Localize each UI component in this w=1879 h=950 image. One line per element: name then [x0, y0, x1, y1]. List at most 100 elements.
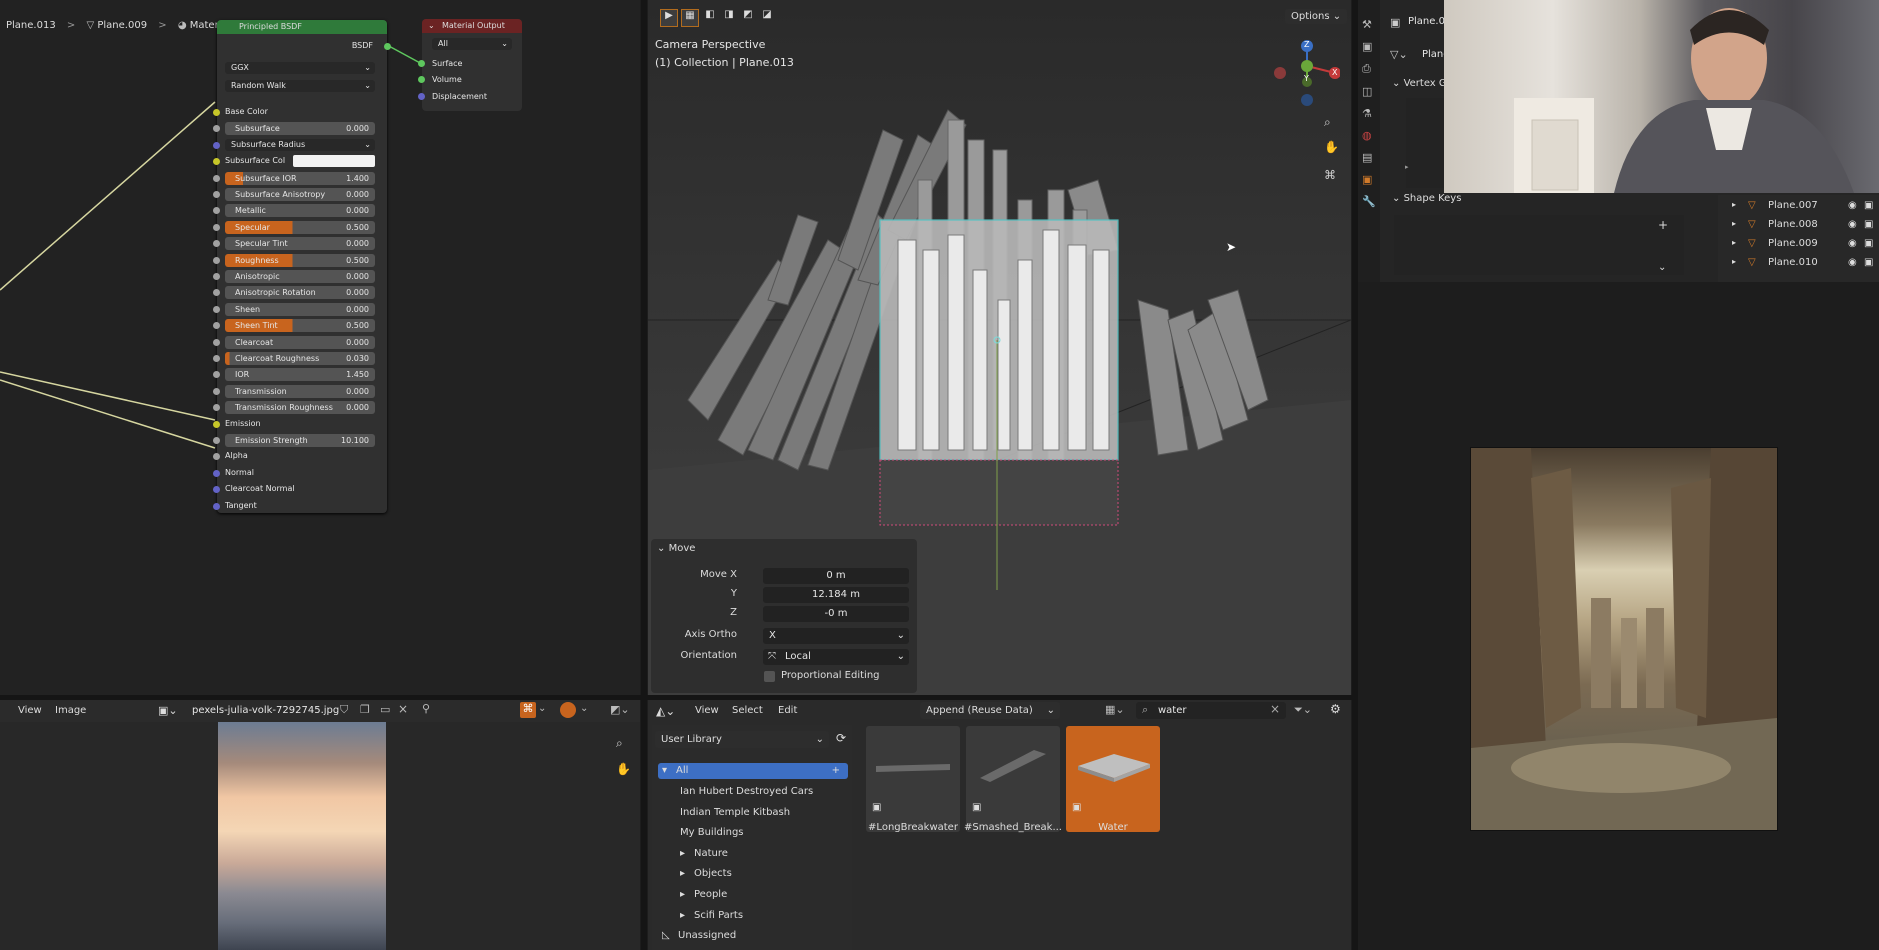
scene-tab-icon[interactable]: ⚗ — [1362, 107, 1376, 120]
pan-hand-icon[interactable]: ✋ — [616, 762, 631, 776]
input-socket[interactable] — [213, 502, 220, 510]
input-subsurface[interactable]: Subsurface 0.000 — [225, 122, 375, 136]
catalog-item[interactable]: ▸ Objects — [658, 866, 848, 882]
expand-triangle-icon[interactable]: ▸ — [1732, 257, 1736, 266]
input-subsurface-ior[interactable]: Subsurface IOR 1.400 — [225, 171, 375, 185]
expand-triangle-icon[interactable]: ▸ — [1732, 200, 1736, 209]
gear-icon[interactable]: ⚙ — [1330, 702, 1341, 716]
asset-view-menu[interactable]: View — [695, 705, 719, 716]
input-socket[interactable] — [213, 174, 220, 182]
input-clearcoat[interactable]: Clearcoat 0.000 — [225, 335, 375, 349]
chevron-down-icon[interactable]: ⌄ — [538, 703, 546, 714]
shape-keys-panel-header[interactable]: ⌄ Shape Keys — [1392, 193, 1461, 204]
invert-select-icon[interactable]: ◩ — [740, 9, 756, 25]
expand-triangle-icon[interactable]: ▸ — [680, 887, 685, 903]
input-anisotropic-rotation[interactable]: Anisotropic Rotation 0.000 — [225, 286, 375, 300]
visibility-eye-icon[interactable]: ◉ — [1848, 238, 1857, 249]
catalog-item[interactable]: ▸ People — [658, 887, 848, 903]
input-socket[interactable] — [213, 207, 220, 215]
add-icon[interactable]: + — [1658, 218, 1668, 232]
extend-select-icon[interactable]: ◧ — [702, 9, 718, 25]
breadcrumb-mesh[interactable]: Plane.009 — [97, 20, 147, 31]
subtract-select-icon[interactable]: ◨ — [721, 9, 737, 25]
mesh-data-icon[interactable]: ▽⌄ — [1390, 48, 1408, 61]
chevron-down-icon[interactable]: ⌄ — [580, 703, 588, 714]
input-roughness[interactable]: Roughness 0.500 — [225, 253, 375, 267]
outliner-item[interactable]: ▸ ▽ Plane.008 ◉ ▣ — [1730, 219, 1879, 236]
input-transmission[interactable]: Transmission 0.000 — [225, 384, 375, 398]
input-socket[interactable] — [213, 453, 220, 461]
catalog-item[interactable]: ▸ Scifi Parts — [658, 908, 848, 924]
expand-triangle-icon[interactable]: ▸ — [1405, 163, 1409, 171]
input-socket[interactable] — [213, 256, 220, 264]
displacement-socket[interactable] — [418, 93, 425, 100]
expand-triangle-icon[interactable]: ▸ — [680, 908, 685, 924]
chevron-down-icon[interactable]: ⌄ — [1658, 262, 1666, 273]
modifier-tab-icon[interactable]: 🔧 — [1362, 195, 1376, 208]
breadcrumb-object[interactable]: Plane.013 — [6, 20, 56, 31]
move-y-field[interactable]: 12.184 m — [763, 587, 909, 603]
import-mode-dropdown[interactable]: Append (Reuse Data) ⌄ — [920, 702, 1060, 719]
input-socket[interactable] — [213, 109, 220, 116]
shape-key-list[interactable] — [1394, 215, 1684, 275]
input-socket[interactable] — [213, 338, 220, 346]
view-layer-tab-icon[interactable]: ◫ — [1362, 85, 1376, 98]
image-view-menu[interactable]: View — [18, 705, 42, 716]
tool-tab-icon[interactable]: ⚒ — [1362, 18, 1376, 31]
asset-thumbnail[interactable]: ▣ — [966, 726, 1060, 832]
camera-view-icon[interactable]: ⌘ — [1324, 168, 1336, 182]
pin-icon[interactable]: ⚲ — [422, 702, 430, 715]
box-select-icon[interactable]: ▦ — [681, 9, 699, 27]
move-panel-header[interactable]: ⌄ Move — [657, 543, 695, 554]
input-socket[interactable] — [213, 191, 220, 198]
expand-triangle-icon[interactable]: ▾ — [662, 763, 667, 779]
catalog-item[interactable]: Ian Hubert Destroyed Cars — [658, 784, 848, 800]
image-browse-icon[interactable]: ▣⌄ — [158, 704, 178, 717]
outliner-item[interactable]: ▸ ▽ Plane.010 ◉ ▣ — [1730, 257, 1879, 274]
visibility-eye-icon[interactable]: ◉ — [1848, 219, 1857, 230]
principled-bsdf-node[interactable]: Principled BSDF BSDF GGX ⌄ Random Walk ⌄ B… — [213, 20, 391, 513]
material-output-node[interactable]: ⌄ Material Output All ⌄ Surface Volume Dis… — [418, 19, 522, 111]
editor-type-icon[interactable]: ◭⌄ — [656, 704, 675, 718]
render-camera-icon[interactable]: ▣ — [1864, 200, 1873, 211]
input-socket[interactable] — [213, 469, 220, 477]
render-camera-icon[interactable]: ▣ — [1864, 257, 1873, 268]
catalog-item[interactable]: My Buildings — [658, 825, 848, 841]
input-metallic[interactable]: Metallic 0.000 — [225, 204, 375, 218]
fake-user-shield-icon[interactable]: ⛉ — [340, 703, 348, 717]
color-swatch[interactable] — [293, 155, 375, 168]
input-socket[interactable] — [213, 305, 220, 313]
node-header[interactable]: Principled BSDF — [217, 20, 387, 34]
input-sheen[interactable]: Sheen 0.000 — [225, 302, 375, 316]
area-divider[interactable] — [641, 0, 647, 950]
intersect-select-icon[interactable]: ◪ — [759, 9, 775, 25]
subsurface-method-dropdown[interactable]: Random Walk ⌄ — [225, 80, 375, 92]
input-socket[interactable] — [213, 371, 220, 379]
open-folder-icon[interactable]: ▭ — [380, 703, 390, 716]
volume-socket[interactable] — [418, 76, 425, 83]
vertex-group-list[interactable] — [1406, 98, 1444, 188]
render-camera-icon[interactable]: ▣ — [1864, 238, 1873, 249]
visibility-eye-icon[interactable]: ◉ — [1848, 257, 1857, 268]
input-specular-tint[interactable]: Specular Tint 0.000 — [225, 237, 375, 251]
asset-select-menu[interactable]: Select — [732, 705, 763, 716]
input-ior[interactable]: IOR 1.450 — [225, 368, 375, 382]
bsdf-output-socket[interactable] — [384, 43, 391, 50]
expand-triangle-icon[interactable]: ▸ — [1732, 219, 1736, 228]
input-socket[interactable] — [213, 355, 220, 362]
overlay-toggle-icon[interactable] — [560, 702, 576, 718]
input-socket[interactable] — [213, 322, 220, 330]
pan-hand-icon[interactable]: ✋ — [1324, 140, 1339, 154]
input-socket[interactable] — [213, 223, 220, 231]
move-operator-panel[interactable]: ⌄ Move Move X 0 m Y 12.184 m Z -0 m Axis… — [651, 539, 917, 693]
orientation-dropdown[interactable]: ⤧ Local ⌄ — [763, 649, 909, 665]
expand-triangle-icon[interactable]: ▸ — [680, 846, 685, 862]
input-socket[interactable] — [213, 437, 220, 444]
output-tab-icon[interactable]: ⎙ — [1362, 62, 1376, 76]
outliner-item[interactable]: ▸ ▽ Plane.009 ◉ ▣ — [1730, 238, 1879, 255]
input-socket[interactable] — [213, 125, 220, 133]
surface-socket[interactable] — [418, 60, 425, 67]
world-tab-icon[interactable]: ◍ — [1362, 129, 1376, 142]
input-socket[interactable] — [213, 289, 220, 297]
image-image-menu[interactable]: Image — [55, 705, 86, 716]
